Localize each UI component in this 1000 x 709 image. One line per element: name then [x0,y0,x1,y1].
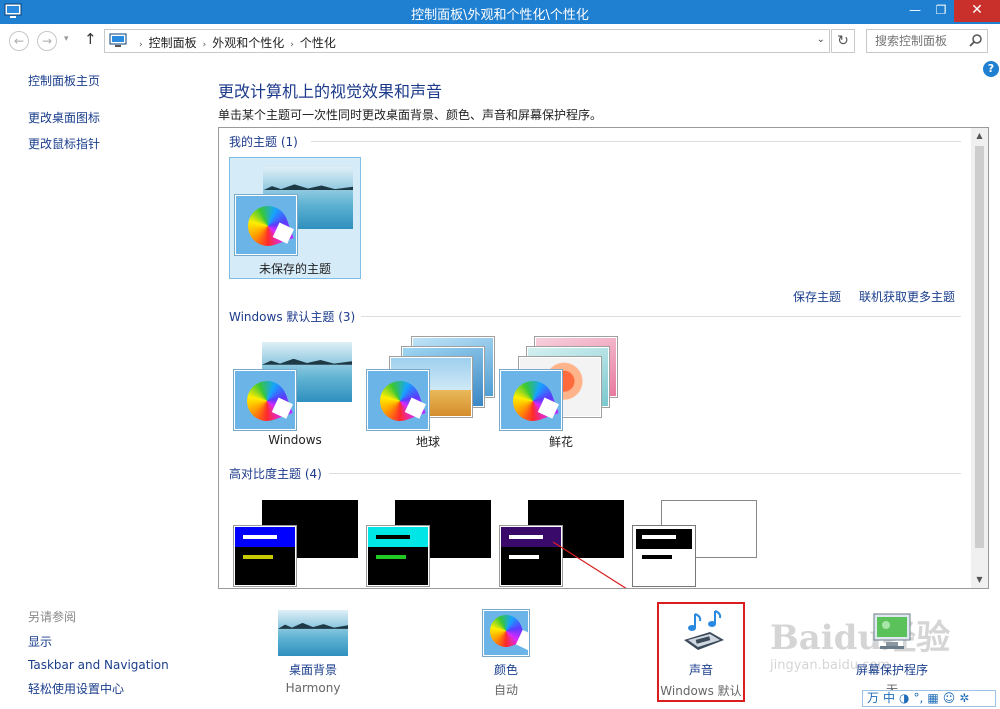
sound-icon [684,610,724,650]
theme-list-scrollbar[interactable]: ▲ ▼ [971,128,988,588]
breadcrumb-separator: › [139,40,143,50]
breadcrumb-appearance[interactable]: 外观和个性化 [212,36,284,50]
screen-saver-icon [873,613,911,649]
get-more-themes-link[interactable]: 联机获取更多主题 [859,288,955,305]
ime-toolbar[interactable]: 万中 ◑ °, ▦ ☺ ✲ [862,690,996,707]
recent-locations-button[interactable]: ▾ [64,34,69,44]
tile-color[interactable]: 颜色 自动 [446,606,566,702]
forward-button[interactable]: → [37,31,57,51]
theme-high-contrast-1[interactable] [229,489,361,588]
breadcrumb-control-panel[interactable]: 控制面板 [149,36,197,50]
close-button[interactable]: ✕ [954,0,1000,22]
color-palette-icon [367,370,429,430]
ime-settings-icon[interactable]: ✲ [959,691,969,705]
ime-language-toggle[interactable]: 中 [883,691,895,705]
breadcrumb: › 控制面板 › 外观和个性化 › 个性化 [133,34,336,51]
theme-unsaved[interactable]: 未保存的主题 [229,157,361,279]
tile-value: Harmony [285,681,341,695]
theme-earth[interactable]: 地球 [362,331,494,453]
page-subtitle: 单击某个主题可一次性同时更改桌面背景、颜色、声音和屏幕保护程序。 [218,108,603,122]
see-also-taskbar[interactable]: Taskbar and Navigation [28,658,208,672]
sidebar-item-mouse-pointers[interactable]: 更改鼠标指针 [28,135,198,152]
section-divider [329,473,961,474]
theme-list[interactable]: 我的主题 (1) 未保存的主题 保存主题 联机获取更多主题 Windows 默认… [218,127,989,589]
windows-themes-header: Windows 默认主题 (3) [229,310,356,324]
theme-label: 未保存的主题 [258,262,331,276]
address-dropdown-icon[interactable]: ⌄ [817,34,825,45]
refresh-button[interactable]: ↻ [831,29,855,53]
search-input[interactable] [867,30,967,52]
search-box[interactable] [866,29,988,53]
ime-emoji-icon[interactable]: ☺ [943,691,956,705]
sidebar-item-desktop-icons[interactable]: 更改桌面图标 [28,109,198,126]
breadcrumb-personalization[interactable]: 个性化 [300,36,336,50]
contrast-window-preview [367,526,429,586]
page-title: 更改计算机上的视觉效果和声音 [218,82,443,101]
desktop-background-thumbnail [278,610,348,656]
tile-name: 桌面背景 [288,663,337,677]
tile-value: Windows 默认 [660,684,742,698]
theme-label: Windows [268,433,322,447]
theme-label: 地球 [415,435,440,449]
title-bar: 控制面板\外观和个性化\个性化 — ❐ ✕ [0,0,1000,24]
maximize-button[interactable]: ❐ [928,0,954,22]
tile-name: 颜色 [493,663,518,677]
tile-name: 声音 [688,663,713,677]
address-bar[interactable]: › 控制面板 › 外观和个性化 › 个性化 ⌄ [104,29,830,53]
theme-label: 鲜花 [548,435,573,449]
see-also-header: 另请参阅 [28,610,77,624]
help-button[interactable]: ? [983,61,999,77]
breadcrumb-separator[interactable]: › [290,40,294,50]
color-palette-icon [235,195,297,255]
theme-flowers[interactable]: 鲜花 [495,331,627,453]
up-button[interactable]: ↑ [84,30,97,48]
ime-punctuation-icon[interactable]: °, [914,691,924,705]
scroll-down-button[interactable]: ▼ [971,572,988,588]
save-theme-link[interactable]: 保存主题 [793,288,841,305]
color-palette-icon [500,370,562,430]
tile-sound[interactable]: 声音 Windows 默认 [657,602,745,702]
see-also: 另请参阅 显示 Taskbar and Navigation 轻松使用设置中心 [28,608,208,705]
address-row: ← → ▾ ↑ › 控制面板 › 外观和个性化 › 个性化 ⌄ ↻ [0,24,1000,56]
section-divider [311,141,961,142]
theme-high-contrast-2[interactable] [362,489,494,588]
tile-screen-saver[interactable]: 屏幕保护程序 无 [832,606,952,702]
section-divider [361,316,961,317]
sidebar: 控制面板主页 更改桌面图标 更改鼠标指针 [28,72,198,161]
back-button[interactable]: ← [9,31,29,51]
sidebar-item-home[interactable]: 控制面板主页 [28,72,198,89]
theme-windows[interactable]: Windows [229,331,361,453]
scroll-up-button[interactable]: ▲ [971,128,988,144]
tile-value: 自动 [493,683,518,697]
color-palette-icon [234,370,296,430]
high-contrast-header: 高对比度主题 (4) [229,467,322,481]
search-icon[interactable] [969,33,983,47]
scroll-thumb[interactable] [975,146,984,548]
ime-halfwidth-icon[interactable]: ◑ [899,691,909,705]
my-themes-header: 我的主题 (1) [229,135,298,149]
see-also-display[interactable]: 显示 [28,633,208,650]
ime-keyboard-icon[interactable]: ▦ [927,691,938,705]
contrast-window-preview [234,526,296,586]
ime-mode-icon[interactable]: 万 [867,691,879,705]
control-panel-icon [109,33,127,47]
window-title: 控制面板\外观和个性化\个性化 [411,8,589,23]
color-palette-icon [483,610,529,656]
minimize-button[interactable]: — [902,0,928,22]
tile-desktop-background[interactable]: 桌面背景 Harmony [253,606,373,702]
tile-name: 屏幕保护程序 [855,663,928,677]
annotation-arrow [552,541,627,588]
see-also-ease-of-access[interactable]: 轻松使用设置中心 [28,680,208,697]
breadcrumb-separator[interactable]: › [203,40,207,50]
